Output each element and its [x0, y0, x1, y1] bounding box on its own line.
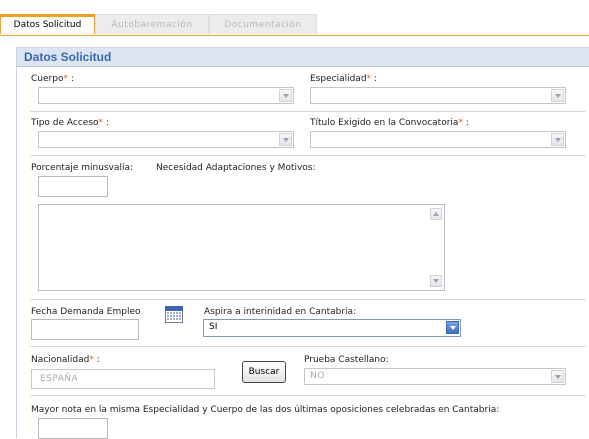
- prueba-castellano-label: Prueba Castellano:: [304, 355, 389, 365]
- tab-datos-solicitud[interactable]: Datos Solicitud: [0, 14, 95, 34]
- especialidad-select[interactable]: [310, 87, 566, 104]
- mayor-nota-label: Mayor nota en la misma Especialidad y Cu…: [31, 405, 500, 415]
- especialidad-label: Especialidad* :: [310, 74, 377, 84]
- adaptaciones-label: Necesidad Adaptaciones y Motivos:: [156, 163, 316, 173]
- chevron-down-icon[interactable]: [279, 133, 292, 146]
- interinidad-label: Aspira a interinidad en Cantabria:: [204, 307, 357, 317]
- titulo-label: Título Exigido en la Convocatoria* :: [310, 118, 469, 128]
- mayor-nota-input[interactable]: [38, 418, 108, 439]
- divider: [30, 346, 586, 347]
- chevron-down-icon[interactable]: [551, 89, 564, 102]
- scroll-down-icon[interactable]: [430, 275, 442, 287]
- chevron-down-icon[interactable]: [551, 133, 564, 146]
- fecha-demanda-label: Fecha Demanda Empleo: [31, 307, 141, 317]
- cuerpo-label: Cuerpo* :: [31, 74, 74, 84]
- chevron-down-icon[interactable]: [446, 321, 459, 334]
- prueba-castellano-select[interactable]: NO: [304, 368, 566, 385]
- cuerpo-select[interactable]: [38, 87, 294, 104]
- tab-documentacion[interactable]: Documentación: [209, 14, 317, 34]
- divider: [30, 111, 586, 112]
- tab-autobaremacion[interactable]: Autobaremación: [95, 14, 209, 34]
- divider: [30, 395, 586, 396]
- buscar-button[interactable]: Buscar: [242, 361, 286, 383]
- interinidad-select[interactable]: SI: [203, 319, 461, 337]
- divider: [30, 299, 586, 300]
- nacionalidad-label: Nacionalidad* :: [31, 355, 100, 365]
- adaptaciones-textarea[interactable]: [38, 204, 445, 291]
- tab-underline: [0, 35, 589, 36]
- divider: [30, 155, 586, 156]
- nacionalidad-input[interactable]: ESPAÑA: [31, 369, 215, 389]
- minusvalia-input[interactable]: [38, 176, 108, 197]
- chevron-down-icon[interactable]: [279, 89, 292, 102]
- calendar-icon[interactable]: [165, 306, 183, 323]
- panel-title: Datos Solicitud: [24, 50, 112, 64]
- scroll-up-icon[interactable]: [430, 208, 442, 220]
- tipo-acceso-label: Tipo de Acceso* :: [31, 118, 109, 128]
- fecha-demanda-input[interactable]: [31, 319, 139, 340]
- minusvalia-label: Porcentaje minusvalía:: [31, 163, 134, 173]
- tab-bar: Datos Solicitud Autobaremación Documenta…: [0, 14, 589, 36]
- titulo-select[interactable]: [310, 131, 566, 148]
- tipo-acceso-select[interactable]: [38, 131, 294, 148]
- chevron-down-icon[interactable]: [551, 370, 564, 383]
